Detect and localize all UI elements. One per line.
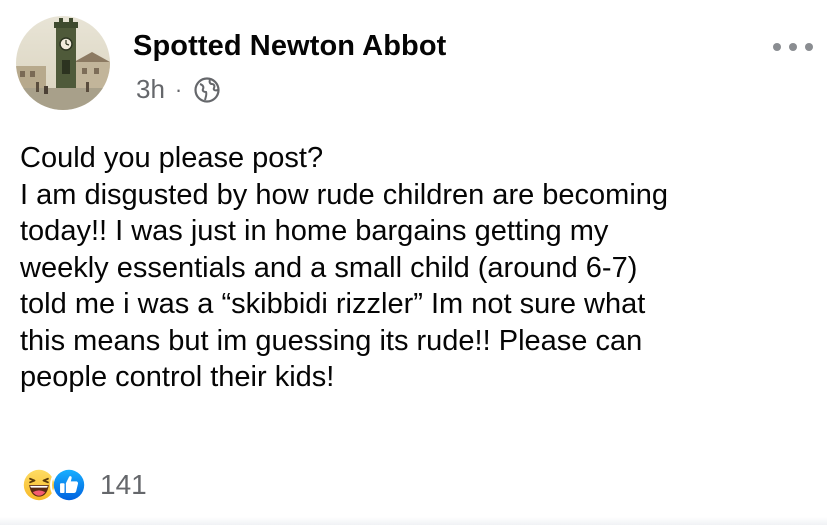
- like-icon: [50, 466, 88, 504]
- post-divider: [0, 517, 827, 525]
- page-name-link[interactable]: Spotted Newton Abbot: [133, 30, 446, 63]
- post-body-line: weekly essentials and a small child (aro…: [20, 251, 638, 284]
- page-avatar[interactable]: [16, 16, 110, 110]
- post-body-line: people control their kids!: [20, 361, 335, 393]
- reaction-summary[interactable]: 141: [20, 466, 147, 504]
- more-options-icon[interactable]: [773, 36, 813, 58]
- post-body-line: told me i was a “skibbidi rizzler” Im no…: [20, 288, 646, 320]
- meta-separator: ·: [174, 76, 183, 102]
- facebook-post: Spotted Newton Abbot 3h · Could you plea…: [0, 0, 827, 525]
- more-dot: [789, 43, 797, 51]
- post-body-line: I am disgusted by how rude children are …: [20, 178, 669, 211]
- post-timestamp[interactable]: 3h: [136, 74, 165, 105]
- post-body-line: Could you please post?: [20, 142, 324, 174]
- reaction-count: 141: [100, 469, 147, 500]
- post-body: Could you please post? I am disgusted by…: [20, 140, 810, 396]
- more-dot: [773, 43, 781, 51]
- post-body-line: today!! I was just in home bargains gett…: [20, 215, 609, 247]
- post-body-line: this means but im guessing its rude!! Pl…: [20, 324, 643, 357]
- globe-icon[interactable]: [194, 76, 220, 103]
- more-dot: [805, 43, 813, 51]
- post-meta: 3h ·: [136, 74, 220, 105]
- clock-tower-photo: [16, 16, 110, 110]
